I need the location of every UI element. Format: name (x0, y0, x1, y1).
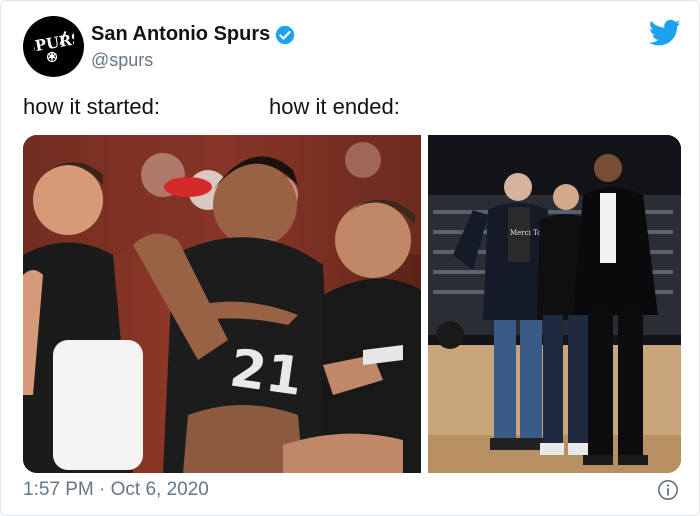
tweet-card: SPURS San Antonio Spurs @spurs how it st… (0, 0, 700, 516)
name-row: San Antonio Spurs (91, 23, 296, 46)
tweet-media: 21 Merci Tony (23, 135, 681, 473)
twitter-bird-icon[interactable] (649, 19, 681, 47)
info-icon[interactable] (657, 479, 679, 501)
spurs-logo-icon: SPURS (34, 29, 74, 62)
jersey-number: 21 (226, 338, 306, 407)
photo-how-it-started[interactable]: 21 (23, 135, 421, 473)
verified-badge-icon (276, 25, 295, 44)
handle[interactable]: @spurs (91, 50, 296, 71)
tweet-header: SPURS San Antonio Spurs @spurs (23, 15, 683, 77)
bench-photo-illustration: 21 (23, 135, 421, 473)
text-how-it-started: how it started: (23, 94, 160, 119)
timestamp[interactable]: 1:57 PM · Oct 6, 2020 (23, 479, 209, 501)
avatar[interactable]: SPURS (23, 16, 84, 77)
photo-how-it-ended[interactable]: Merci Tony (428, 135, 681, 473)
tweet-text: how it started: how it ended: (23, 94, 683, 124)
name-block: San Antonio Spurs @spurs (91, 23, 296, 71)
text-how-it-ended: how it ended: (269, 94, 400, 119)
tweet-footer: 1:57 PM · Oct 6, 2020 (23, 479, 683, 503)
court-photo-illustration: Merci Tony (428, 135, 681, 473)
display-name[interactable]: San Antonio Spurs (91, 23, 270, 46)
